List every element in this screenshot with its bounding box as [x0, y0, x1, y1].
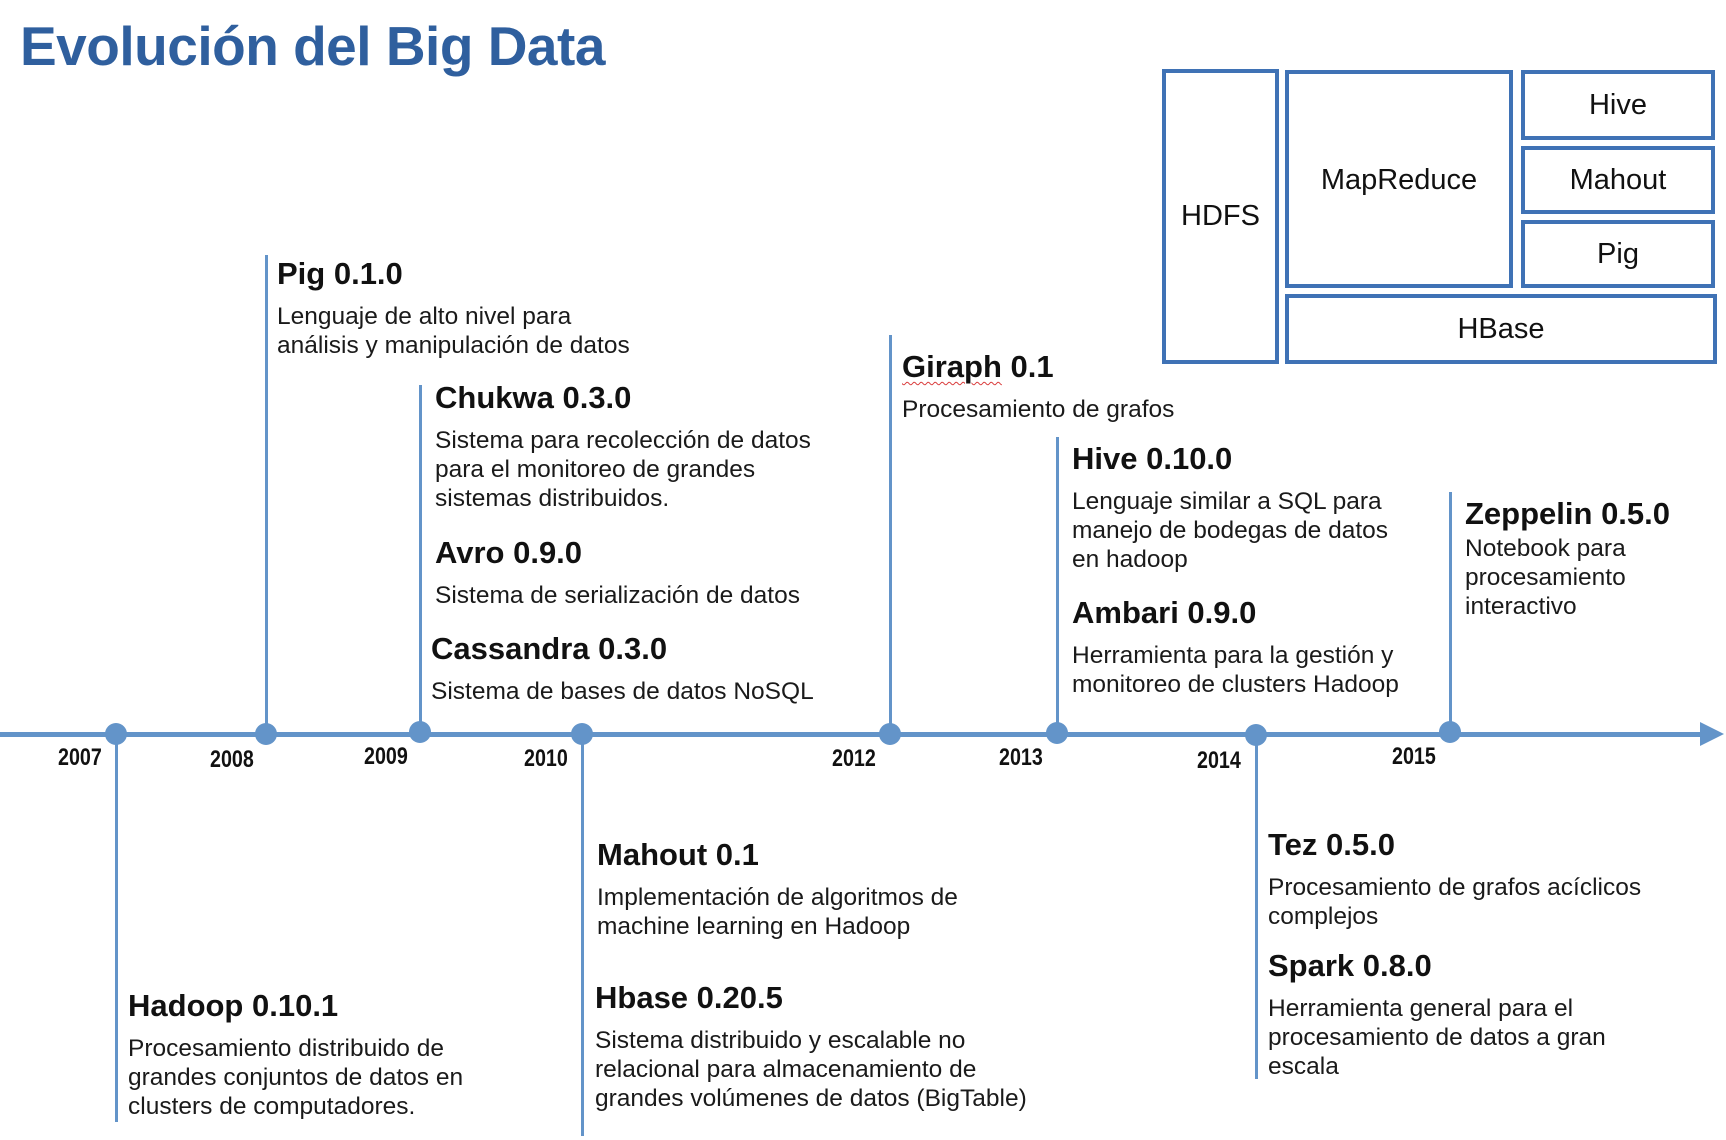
event-hadoop: Hadoop 0.10.1 Procesamiento distribuido … [128, 988, 463, 1121]
event-title: Mahout 0.1 [597, 837, 759, 872]
connector-line-2009 [419, 385, 422, 734]
event-title: Chukwa 0.3.0 [435, 380, 632, 415]
event-pig: Pig 0.1.0 Lenguaje de alto nivel para an… [277, 256, 630, 360]
event-version: 0.1 [1001, 349, 1054, 384]
connector-line-2014 [1255, 734, 1258, 1079]
year-label: 2012 [832, 745, 876, 772]
year-label: 2009 [364, 743, 408, 770]
stack-box-hbase: HBase [1285, 294, 1717, 364]
connector-line-2007 [115, 734, 118, 1122]
event-description: Sistema distribuido y escalable no relac… [595, 1027, 1027, 1112]
stack-box-mahout: Mahout [1521, 146, 1715, 214]
event-description: Procesamiento de grafos acíclicos comple… [1268, 874, 1642, 930]
timeline-dot-2008 [255, 723, 277, 745]
event-zeppelin: Zeppelin 0.5.0 Notebook para procesamien… [1465, 496, 1670, 621]
event-chukwa: Chukwa 0.3.0 Sistema para recolección de… [435, 380, 811, 513]
stack-box-mapreduce: MapReduce [1285, 70, 1513, 288]
spellcheck-word: Giraph [902, 349, 1002, 384]
year-label: 2013 [999, 744, 1043, 771]
timeline-dot-2009 [409, 721, 431, 743]
connector-line-2010 [581, 734, 584, 1136]
event-title: Spark 0.8.0 [1268, 948, 1432, 983]
event-description: Procesamiento distribuido de grandes con… [128, 1035, 464, 1120]
event-title: Tez 0.5.0 [1268, 827, 1395, 862]
event-description: Sistema para recolección de datos para e… [435, 427, 811, 512]
event-mahout: Mahout 0.1 Implementación de algoritmos … [597, 837, 958, 941]
stack-label-pig: Pig [1597, 237, 1639, 270]
event-title: Hbase 0.20.5 [595, 980, 783, 1015]
stack-label-mahout: Mahout [1569, 163, 1667, 196]
event-description: Implementación de algoritmos de machine … [597, 884, 958, 940]
connector-line-2015 [1449, 492, 1452, 734]
timeline-dot-2015 [1439, 721, 1461, 743]
event-giraph: Giraph 0.1 Procesamiento de grafos [902, 349, 1174, 424]
event-title: Zeppelin 0.5.0 [1465, 496, 1671, 531]
event-description: Lenguaje de alto nivel para análisis y m… [277, 303, 630, 359]
page-title: Evolución del Big Data [20, 15, 605, 77]
event-hive: Hive 0.10.0 Lenguaje similar a SQL para … [1072, 441, 1388, 574]
stack-label-hive: Hive [1588, 88, 1647, 121]
year-label: 2008 [210, 746, 254, 773]
event-description: Herramienta para la gestión y monitoreo … [1072, 642, 1399, 698]
stack-box-hive: Hive [1521, 70, 1715, 140]
big-data-timeline-diagram: Evolución del Big Data HDFS MapReduce Hi… [0, 0, 1726, 1140]
year-label: 2007 [58, 744, 102, 771]
event-title: Avro 0.9.0 [435, 535, 583, 570]
event-description: Sistema de serialización de datos [435, 582, 800, 609]
event-description: Herramienta general para el procesamient… [1268, 995, 1606, 1080]
stack-label-hdfs: HDFS [1181, 200, 1260, 232]
event-description: Procesamiento de grafos [902, 396, 1175, 423]
timeline-dot-2012 [879, 723, 901, 745]
stack-box-pig: Pig [1521, 220, 1715, 288]
stack-label-hbase: HBase [1457, 312, 1545, 345]
event-title: Hive 0.10.0 [1072, 441, 1233, 476]
stack-label-mapreduce: MapReduce [1320, 164, 1478, 196]
connector-line-2008 [265, 255, 268, 734]
event-title: Ambari 0.9.0 [1072, 595, 1257, 630]
timeline-dot-2010 [571, 723, 593, 745]
connector-line-2012 [889, 335, 892, 734]
connector-line-2013 [1056, 437, 1059, 734]
event-description: Lenguaje similar a SQL para manejo de bo… [1072, 488, 1389, 573]
event-title: Hadoop 0.10.1 [128, 988, 339, 1023]
event-description: Notebook para procesamiento interactivo [1465, 535, 1626, 620]
event-avro: Avro 0.9.0 Sistema de serialización de d… [435, 535, 800, 610]
timeline-arrow-icon [1700, 722, 1724, 746]
year-label: 2010 [524, 745, 568, 772]
event-spark: Spark 0.8.0 Herramienta general para el … [1268, 948, 1606, 1081]
timeline-dot-2014 [1245, 724, 1267, 746]
event-description: Sistema de bases de datos NoSQL [431, 678, 814, 705]
timeline-dot-2013 [1046, 722, 1068, 744]
event-title: Pig 0.1.0 [277, 256, 403, 291]
event-title: Giraph 0.1 [902, 349, 1174, 385]
timeline-dot-2007 [105, 723, 127, 745]
event-title: Cassandra 0.3.0 [431, 631, 668, 666]
year-label: 2014 [1197, 747, 1241, 774]
event-cassandra: Cassandra 0.3.0 Sistema de bases de dato… [431, 631, 814, 706]
stack-box-hdfs: HDFS [1162, 69, 1279, 364]
year-label: 2015 [1392, 743, 1436, 770]
event-ambari: Ambari 0.9.0 Herramienta para la gestión… [1072, 595, 1399, 699]
event-hbase: Hbase 0.20.5 Sistema distribuido y escal… [595, 980, 1027, 1113]
event-tez: Tez 0.5.0 Procesamiento de grafos acícli… [1268, 827, 1641, 931]
